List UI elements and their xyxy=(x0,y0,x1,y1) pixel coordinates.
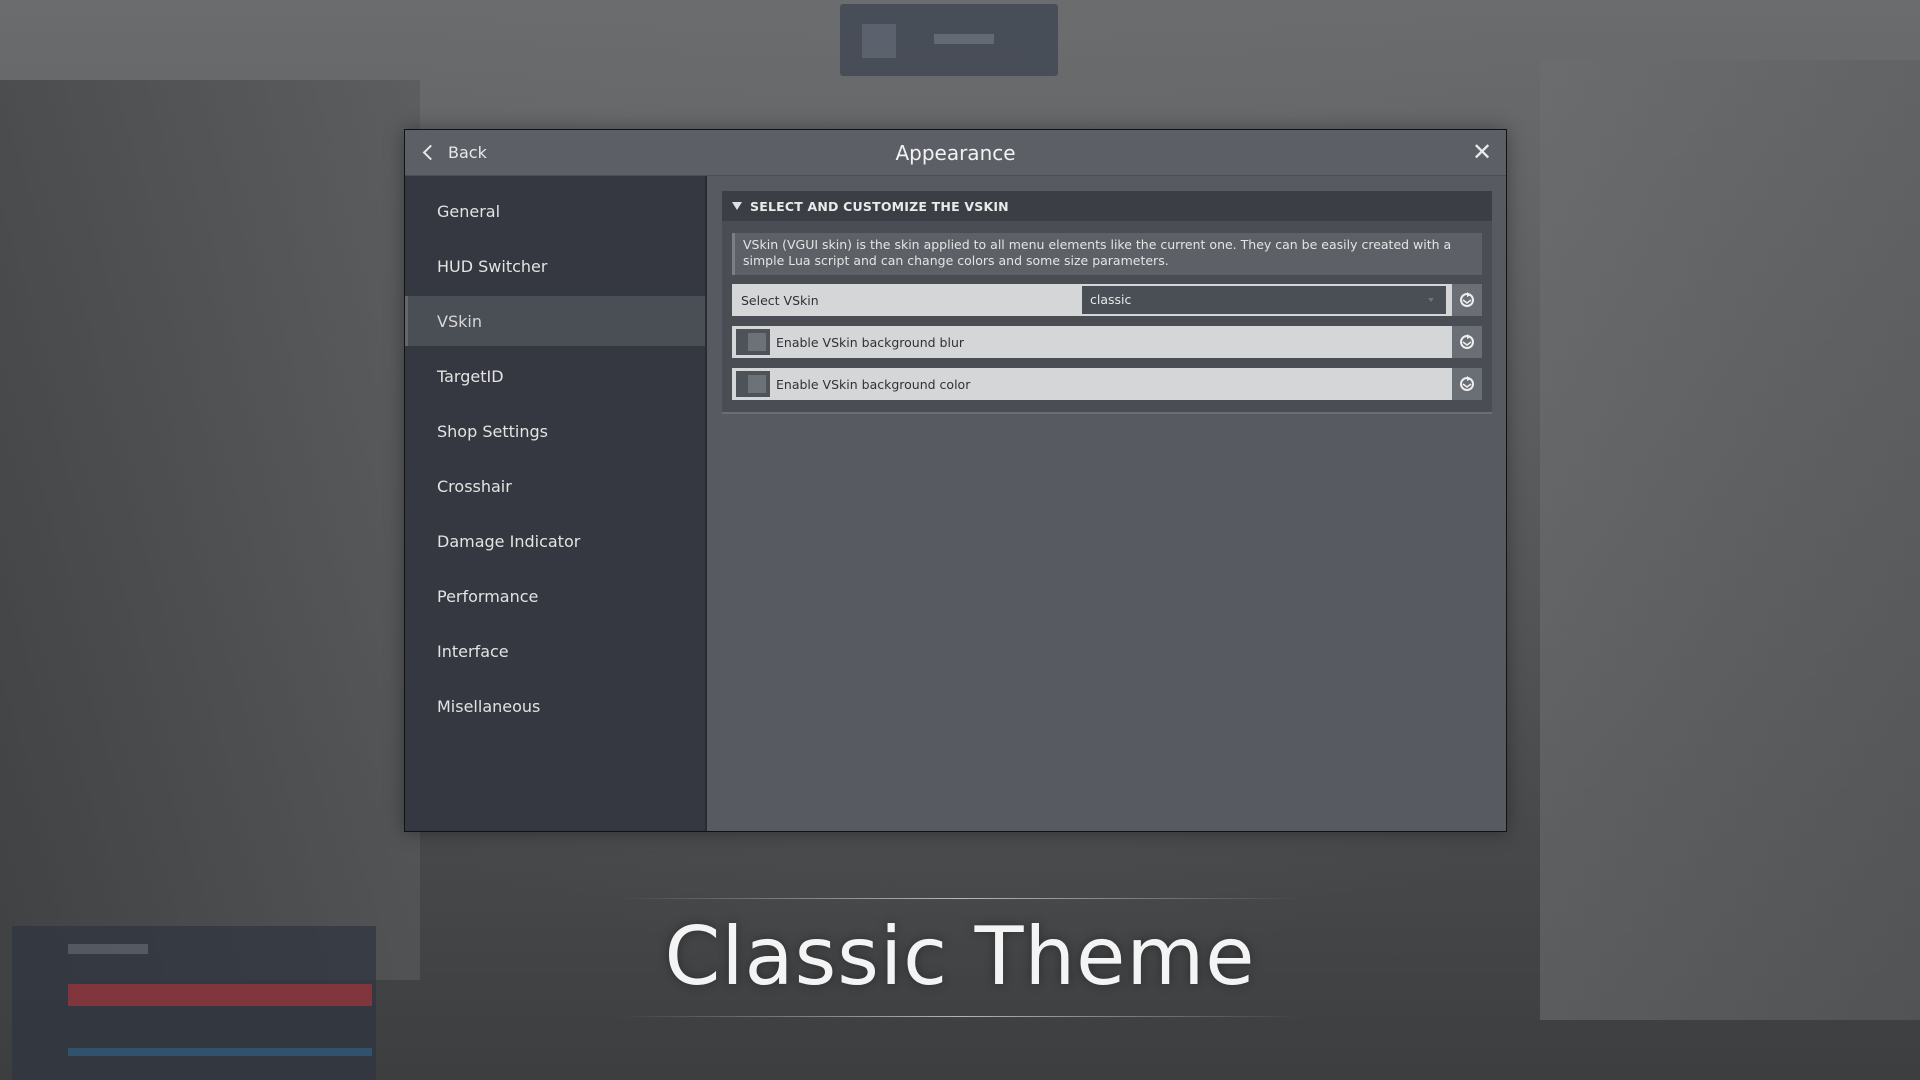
sidebar-item-label: TargetID xyxy=(437,366,504,386)
section-description: VSkin (VGUI skin) is the skin applied to… xyxy=(732,233,1482,275)
sidebar-item-misellaneous[interactable]: Misellaneous xyxy=(405,681,705,731)
reset-select-vskin-button[interactable] xyxy=(1452,284,1482,316)
background-ammo-bar xyxy=(68,1048,372,1056)
triangle-down-icon xyxy=(732,202,742,210)
content-panel: SELECT AND CUSTOMIZE THE VSKIN VSkin (VG… xyxy=(707,176,1506,831)
color-toggle-row: Enable VSkin background color xyxy=(732,368,1482,400)
dialog-titlebar: Back Appearance ✕ xyxy=(405,130,1506,176)
sidebar-item-label: Crosshair xyxy=(437,476,512,496)
color-checkbox[interactable] xyxy=(736,371,770,397)
vskin-section: SELECT AND CUSTOMIZE THE VSKIN VSkin (VG… xyxy=(722,191,1492,414)
blur-toggle-row: Enable VSkin background blur xyxy=(732,326,1482,358)
background-top-widget xyxy=(840,4,1058,76)
sidebar-item-label: Interface xyxy=(437,641,509,661)
theme-divider-bottom xyxy=(620,1016,1300,1017)
appearance-dialog: Back Appearance ✕ General HUD Switcher V… xyxy=(404,129,1507,832)
section-header[interactable]: SELECT AND CUSTOMIZE THE VSKIN xyxy=(722,191,1492,221)
vskin-select-value: classic xyxy=(1090,292,1132,307)
dialog-title: Appearance xyxy=(895,141,1016,165)
color-toggle-label: Enable VSkin background color xyxy=(776,376,971,392)
sidebar-item-targetid[interactable]: TargetID xyxy=(405,351,705,401)
checkbox-knob xyxy=(748,333,766,351)
background-widget-text xyxy=(934,34,994,44)
reset-icon xyxy=(1460,334,1474,349)
section-title: SELECT AND CUSTOMIZE THE VSKIN xyxy=(750,198,1009,214)
theme-divider-top xyxy=(620,898,1300,899)
sidebar-item-label: Misellaneous xyxy=(437,696,541,716)
chevron-down-icon xyxy=(1428,298,1434,302)
sidebar-item-performance[interactable]: Performance xyxy=(405,571,705,621)
close-icon[interactable]: ✕ xyxy=(1468,138,1496,166)
theme-label: Classic Theme xyxy=(664,910,1256,1003)
select-vskin-label: Select VSkin xyxy=(741,292,819,308)
sidebar-item-crosshair[interactable]: Crosshair xyxy=(405,461,705,511)
sidebar: General HUD Switcher VSkin TargetID Shop… xyxy=(405,176,707,831)
sidebar-item-label: HUD Switcher xyxy=(437,256,548,276)
blur-toggle-label: Enable VSkin background blur xyxy=(776,334,965,350)
reset-blur-button[interactable] xyxy=(1452,326,1482,358)
sidebar-item-label: Performance xyxy=(437,586,539,606)
sidebar-item-hud-switcher[interactable]: HUD Switcher xyxy=(405,241,705,291)
sidebar-item-label: Shop Settings xyxy=(437,421,548,441)
background-wall-right xyxy=(1540,60,1920,1020)
sidebar-item-label: General xyxy=(437,201,501,221)
reset-color-button[interactable] xyxy=(1452,368,1482,400)
background-widget-icon xyxy=(862,24,896,58)
sidebar-item-label: Damage Indicator xyxy=(437,531,581,551)
vskin-select[interactable]: classic xyxy=(1082,286,1446,314)
background-wall-left xyxy=(0,80,420,980)
sidebar-item-interface[interactable]: Interface xyxy=(405,626,705,676)
sidebar-item-label: VSkin xyxy=(437,311,482,331)
blur-checkbox[interactable] xyxy=(736,329,770,355)
select-vskin-row: Select VSkin classic xyxy=(732,284,1482,316)
sidebar-item-damage-indicator[interactable]: Damage Indicator xyxy=(405,516,705,566)
sidebar-item-vskin[interactable]: VSkin xyxy=(405,296,705,346)
checkbox-knob xyxy=(748,375,766,393)
sidebar-item-general[interactable]: General xyxy=(405,186,705,236)
sidebar-list: General HUD Switcher VSkin TargetID Shop… xyxy=(405,176,705,731)
sidebar-item-shop-settings[interactable]: Shop Settings xyxy=(405,406,705,456)
reset-icon xyxy=(1460,376,1474,391)
reset-icon xyxy=(1460,292,1474,307)
